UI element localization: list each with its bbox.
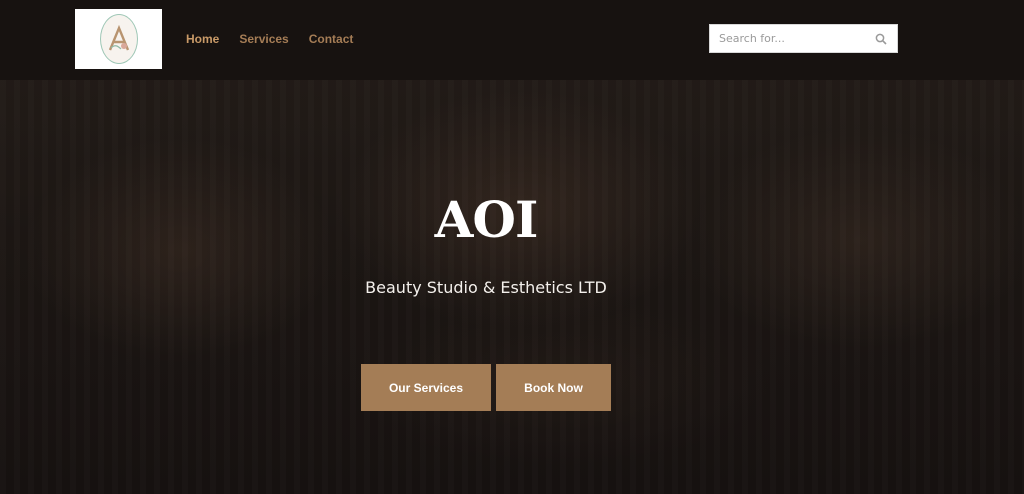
nav-home[interactable]: Home xyxy=(186,32,219,46)
our-services-button[interactable]: Our Services xyxy=(361,364,491,411)
search-icon[interactable] xyxy=(875,33,887,45)
logo[interactable] xyxy=(75,9,162,69)
hero-subtitle: Beauty Studio & Esthetics LTD xyxy=(365,278,607,297)
site-header: Home Services Contact xyxy=(0,0,1024,80)
nav-contact[interactable]: Contact xyxy=(309,32,354,46)
main-nav: Home Services Contact xyxy=(186,32,353,46)
nav-services[interactable]: Services xyxy=(239,32,288,46)
aoi-logo-icon xyxy=(99,14,138,64)
hero-title: AOI xyxy=(434,190,539,249)
search-box xyxy=(709,24,898,53)
book-now-button[interactable]: Book Now xyxy=(496,364,611,411)
search-input[interactable] xyxy=(710,25,870,52)
